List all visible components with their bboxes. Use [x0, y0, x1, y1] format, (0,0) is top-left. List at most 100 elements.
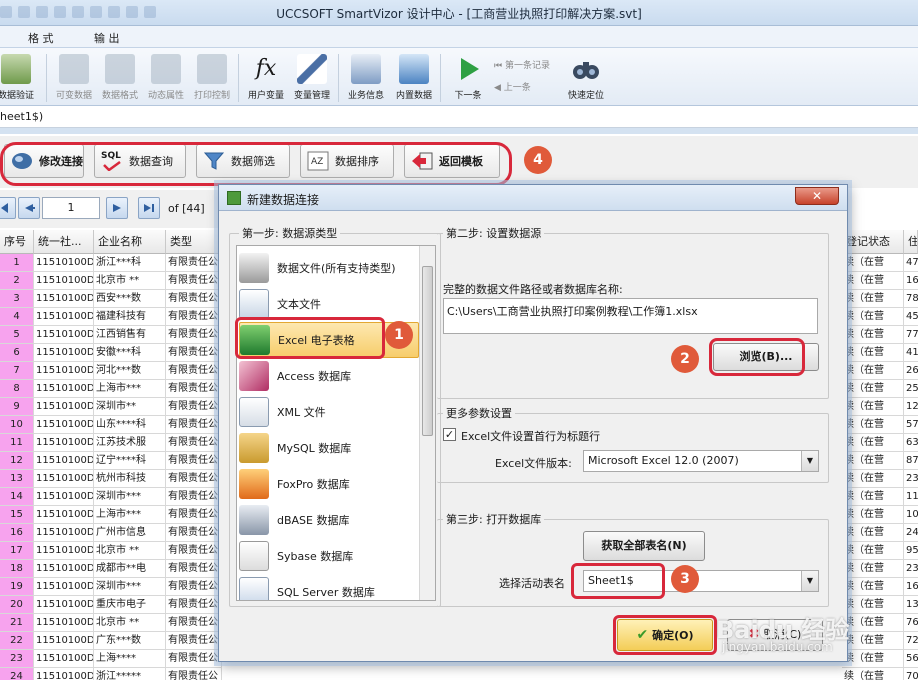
address-cell[interactable]: 45,	[904, 308, 918, 326]
code-cell[interactable]: 11510100DM	[34, 524, 94, 542]
address-cell[interactable]: 779,	[904, 326, 918, 344]
source-item[interactable]: XML 文件	[239, 394, 419, 430]
code-cell[interactable]: 11510100DM	[34, 506, 94, 524]
column-header-type[interactable]: 类型	[166, 230, 222, 254]
type-cell[interactable]: 有限责任公	[166, 632, 222, 650]
row-index-cell[interactable]: 11	[0, 434, 34, 452]
type-cell[interactable]: 有限责任公	[166, 254, 222, 272]
type-cell[interactable]: 有限责任公	[166, 416, 222, 434]
source-item[interactable]: FoxPro 数据库	[239, 466, 419, 502]
name-cell[interactable]: 山东****科	[94, 416, 166, 434]
row-index-cell[interactable]: 3	[0, 290, 34, 308]
address-cell[interactable]: 266,	[904, 362, 918, 380]
column-header-code[interactable]: 统一社...	[34, 230, 94, 254]
row-index-cell[interactable]: 9	[0, 398, 34, 416]
status-cell[interactable]: 续（在营	[842, 596, 904, 614]
excel-version-select[interactable]: Microsoft Excel 12.0 (2007) ▼	[583, 450, 819, 472]
row-index-cell[interactable]: 2	[0, 272, 34, 290]
address-cell[interactable]: 721,	[904, 632, 918, 650]
row-index-cell[interactable]: 5	[0, 326, 34, 344]
name-cell[interactable]: 上海市***	[94, 380, 166, 398]
code-cell[interactable]: 11510100DM	[34, 488, 94, 506]
row-index-cell[interactable]: 15	[0, 506, 34, 524]
row-index-cell[interactable]: 10	[0, 416, 34, 434]
code-cell[interactable]: 11510100DM	[34, 380, 94, 398]
name-cell[interactable]: 上海****	[94, 650, 166, 668]
name-cell[interactable]: 重庆市电子	[94, 596, 166, 614]
code-cell[interactable]: 11510100DM	[34, 272, 94, 290]
address-cell[interactable]: 639,	[904, 434, 918, 452]
status-cell[interactable]: 续（在营	[842, 254, 904, 272]
source-list-scrollbar[interactable]	[419, 246, 435, 600]
status-cell[interactable]: 续（在营	[842, 362, 904, 380]
name-cell[interactable]: 广州市信息	[94, 524, 166, 542]
type-cell[interactable]: 有限责任公	[166, 596, 222, 614]
type-cell[interactable]: 有限责任公	[166, 308, 222, 326]
code-cell[interactable]: 11510100DM	[34, 560, 94, 578]
type-cell[interactable]: 有限责任公	[166, 326, 222, 344]
address-cell[interactable]: 239,	[904, 560, 918, 578]
name-cell[interactable]: 江西销售有	[94, 326, 166, 344]
row-index-cell[interactable]: 20	[0, 596, 34, 614]
get-all-tables-button[interactable]: 获取全部表名(N)	[583, 531, 705, 561]
address-cell[interactable]: 703,	[904, 668, 918, 680]
name-cell[interactable]: 安徽***科	[94, 344, 166, 362]
name-cell[interactable]: 上海市***	[94, 506, 166, 524]
code-cell[interactable]: 11510100DM	[34, 398, 94, 416]
name-cell[interactable]: 深圳市***	[94, 578, 166, 596]
type-cell[interactable]: 有限责任公	[166, 398, 222, 416]
row-index-cell[interactable]: 17	[0, 542, 34, 560]
type-cell[interactable]: 有限责任公	[166, 452, 222, 470]
status-cell[interactable]: 续（在营	[842, 650, 904, 668]
name-cell[interactable]: 深圳市***	[94, 488, 166, 506]
name-cell[interactable]: 福建科技有	[94, 308, 166, 326]
name-cell[interactable]: 北京市 **	[94, 272, 166, 290]
status-cell[interactable]: 续（在营	[842, 416, 904, 434]
row-index-cell[interactable]: 24	[0, 668, 34, 680]
code-cell[interactable]: 11510100DM	[34, 632, 94, 650]
row-index-cell[interactable]: 21	[0, 614, 34, 632]
name-cell[interactable]: 北京市 **	[94, 614, 166, 632]
column-header-address[interactable]: 住	[904, 230, 918, 254]
address-cell[interactable]: 24,	[904, 524, 918, 542]
name-cell[interactable]: 成都市**电	[94, 560, 166, 578]
address-cell[interactable]: 138,	[904, 596, 918, 614]
row-index-cell[interactable]: 7	[0, 362, 34, 380]
prev-page-button[interactable]	[0, 197, 16, 219]
previous-record-button[interactable]: ◀ 上一条	[494, 80, 531, 93]
row-index-cell[interactable]: 22	[0, 632, 34, 650]
menu-format[interactable]: 格 式	[28, 30, 54, 46]
row-index-cell[interactable]: 16	[0, 524, 34, 542]
row-index-cell[interactable]: 12	[0, 452, 34, 470]
name-cell[interactable]: 深圳市**	[94, 398, 166, 416]
type-cell[interactable]: 有限责任公	[166, 380, 222, 398]
close-button[interactable]: ✕	[795, 187, 839, 205]
first-record-button[interactable]: ⏮ 第一条记录	[494, 58, 550, 71]
source-item[interactable]: SQL Server 数据库	[239, 574, 419, 600]
name-cell[interactable]: 西安***数	[94, 290, 166, 308]
row-index-cell[interactable]: 4	[0, 308, 34, 326]
name-cell[interactable]: 浙江***科	[94, 254, 166, 272]
type-cell[interactable]: 有限责任公	[166, 542, 222, 560]
type-cell[interactable]: 有限责任公	[166, 290, 222, 308]
row-index-cell[interactable]: 18	[0, 560, 34, 578]
address-cell[interactable]: 161,	[904, 272, 918, 290]
table-row[interactable]: 2411510100DM浙江*****有限责任公 续（在营703,	[0, 668, 918, 680]
code-cell[interactable]: 11510100DM	[34, 416, 94, 434]
business-info-button[interactable]: 业务信息	[342, 52, 390, 104]
type-cell[interactable]: 有限责任公	[166, 344, 222, 362]
address-cell[interactable]: 761,	[904, 614, 918, 632]
type-cell[interactable]: 有限责任公	[166, 524, 222, 542]
status-cell[interactable]: 续（在营	[842, 560, 904, 578]
address-cell[interactable]: 958,	[904, 542, 918, 560]
code-cell[interactable]: 11510100DM	[34, 452, 94, 470]
status-cell[interactable]: 续（在营	[842, 434, 904, 452]
row-index-cell[interactable]: 6	[0, 344, 34, 362]
row-index-cell[interactable]: 8	[0, 380, 34, 398]
builtin-data-button[interactable]: 内置数据	[390, 52, 438, 104]
type-cell[interactable]: 有限责任公	[166, 272, 222, 290]
code-cell[interactable]: 11510100DM	[34, 290, 94, 308]
status-cell[interactable]: 续（在营	[842, 506, 904, 524]
next-button[interactable]	[106, 197, 128, 219]
address-cell[interactable]: 252,	[904, 380, 918, 398]
